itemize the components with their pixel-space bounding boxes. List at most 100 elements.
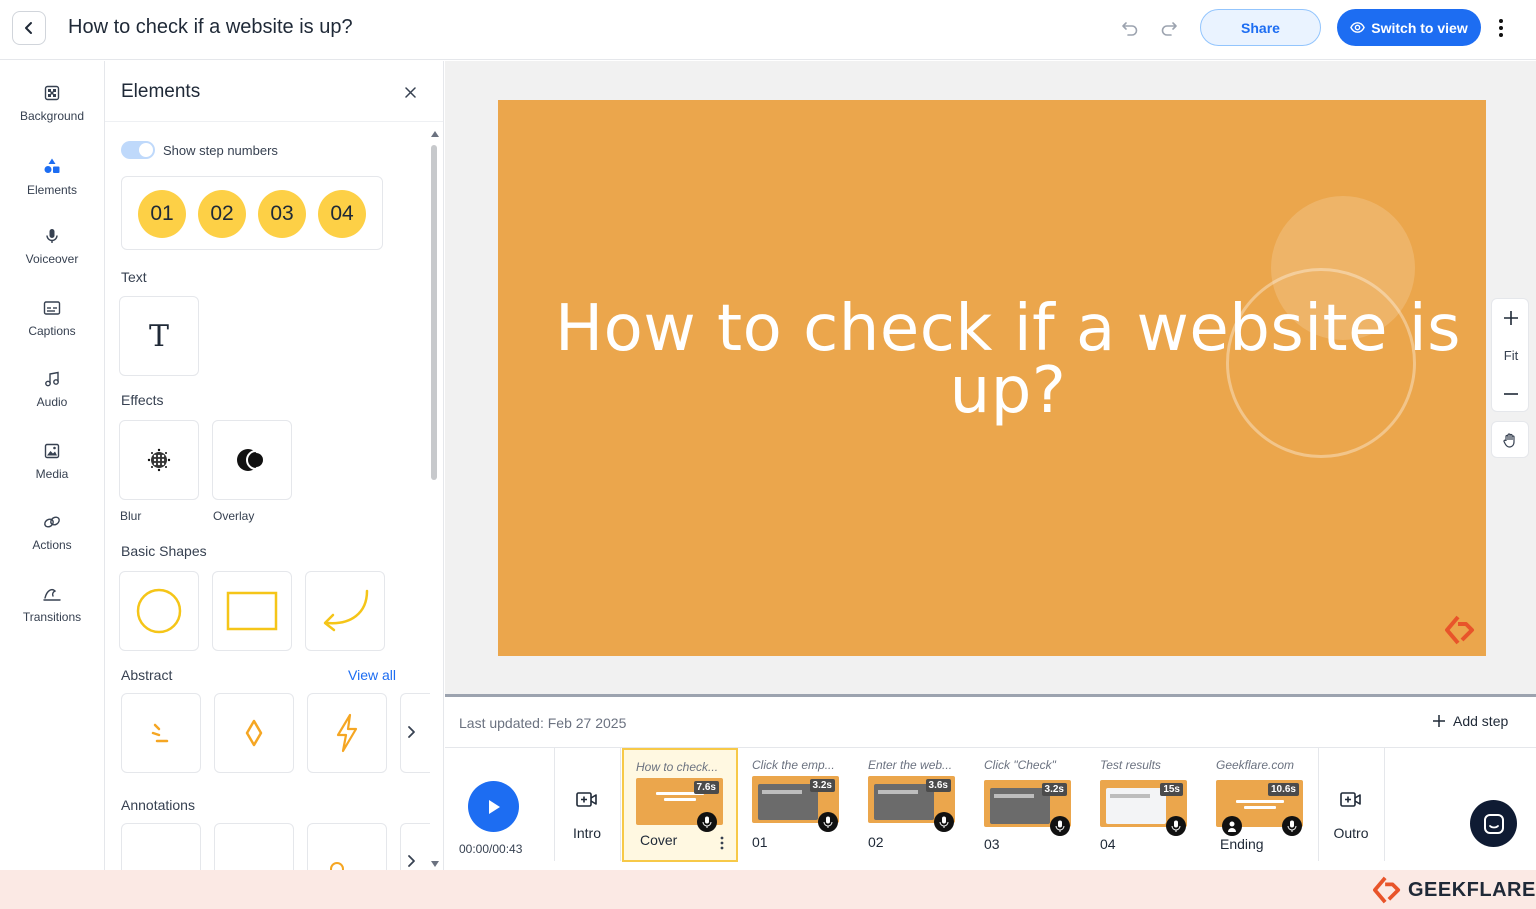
text-glyph: T: [148, 318, 169, 354]
chat-support-button[interactable]: [1470, 800, 1517, 847]
more-vertical-icon: [1499, 19, 1503, 37]
close-icon: [404, 86, 416, 98]
hand-icon: [1503, 432, 1515, 448]
section-label-basic-shapes: Basic Shapes: [121, 543, 207, 559]
rail-label: Elements: [26, 183, 78, 197]
share-button[interactable]: Share: [1200, 9, 1321, 46]
step-number-badge: 02: [198, 190, 246, 238]
zoom-in-button[interactable]: [1492, 299, 1530, 336]
annotation-curve-tile[interactable]: [307, 823, 387, 870]
chevron-right-icon: [408, 726, 415, 738]
abstract-lightning-tile[interactable]: [307, 693, 387, 773]
step-card-cover[interactable]: How to check... 7.6s Cover: [622, 748, 738, 862]
playback-time: 00:00/00:43: [459, 842, 523, 856]
elements-panel: Elements Show step numbers 01 02 03 04 T…: [105, 61, 444, 870]
voiceover-mic-button[interactable]: [697, 812, 717, 832]
timeline-separator: [554, 747, 555, 861]
pan-tool-button[interactable]: [1491, 421, 1529, 458]
redo-button[interactable]: [1157, 16, 1181, 40]
add-video-icon: [1340, 792, 1361, 807]
back-button[interactable]: [12, 11, 46, 45]
outro-label: Outro: [1333, 825, 1369, 841]
step-card-01[interactable]: Click the emp... 3.2s 01: [740, 748, 856, 862]
step-card-ending[interactable]: Geekflare.com 10.6s Ending: [1204, 748, 1320, 862]
music-icon: [42, 371, 62, 387]
intro-label: Intro: [572, 825, 601, 841]
abstract-diamond-tile[interactable]: [214, 693, 294, 773]
circle-shape-tile[interactable]: [119, 571, 199, 651]
step-duration: 3.2s: [1041, 783, 1067, 796]
add-step-button[interactable]: Add step: [1433, 713, 1508, 729]
view-all-link[interactable]: View all: [348, 667, 396, 683]
intro-button[interactable]: Intro: [557, 791, 617, 841]
panel-scroll-thumb[interactable]: [431, 145, 437, 480]
slide-preview[interactable]: How to check if a website is up?: [498, 100, 1486, 656]
undo-button[interactable]: [1118, 16, 1142, 40]
voiceover-mic-button[interactable]: [1282, 816, 1302, 836]
rail-item-elements[interactable]: Elements: [0, 133, 104, 197]
step-card-title: Click the emp...: [752, 758, 835, 772]
step-card-label: 04: [1100, 836, 1116, 852]
step-number-badge: 03: [258, 190, 306, 238]
rail-item-audio[interactable]: Audio: [0, 347, 104, 409]
play-icon: [488, 799, 500, 814]
zoom-out-button[interactable]: [1492, 375, 1530, 412]
rail-item-background[interactable]: Background: [0, 61, 104, 123]
step-card-04[interactable]: Test results 15s 04: [1088, 748, 1204, 862]
rail-item-actions[interactable]: Actions: [0, 490, 104, 552]
voiceover-avatar-button[interactable]: [1222, 816, 1242, 836]
effect-caption: Blur: [120, 509, 142, 523]
close-panel-button[interactable]: [401, 83, 419, 101]
rectangle-shape-tile[interactable]: [212, 571, 292, 651]
plus-icon: [1504, 310, 1518, 325]
voiceover-mic-button[interactable]: [934, 812, 954, 832]
zoom-fit-button[interactable]: Fit: [1492, 337, 1530, 374]
annotation-circle-tile[interactable]: [121, 823, 201, 870]
section-label-effects: Effects: [121, 392, 164, 408]
text-element-tile[interactable]: T: [119, 296, 199, 376]
switch-to-view-button[interactable]: Switch to view: [1337, 9, 1481, 46]
step-duration: 15s: [1160, 783, 1183, 796]
step-card-02[interactable]: Enter the web... 3.6s 02: [856, 748, 972, 862]
step-card-label: Cover: [640, 832, 678, 848]
section-label-annotations: Annotations: [121, 797, 195, 813]
step-card-label: 01: [752, 834, 768, 850]
voiceover-mic-button[interactable]: [818, 812, 838, 832]
abstract-scroll-right-button[interactable]: [404, 724, 420, 740]
step-numbers-preview[interactable]: 01 02 03 04: [121, 176, 383, 250]
abstract-dashes-tile[interactable]: [121, 693, 201, 773]
zoom-controls: Fit: [1491, 298, 1529, 412]
step-card-label: 02: [868, 834, 884, 850]
circle-shape-icon: [136, 588, 182, 634]
add-step-label: Add step: [1453, 713, 1509, 729]
rail-item-transitions[interactable]: Transitions: [0, 562, 104, 624]
slide-title[interactable]: How to check if a website is up?: [498, 297, 1486, 423]
step-duration: 7.6s: [693, 781, 719, 794]
annotations-scroll-right-button[interactable]: [404, 853, 420, 869]
annotation-line-tile[interactable]: [214, 823, 294, 870]
rail-item-media[interactable]: Media: [0, 419, 104, 481]
abstract-diamond-icon: [245, 719, 263, 747]
outro-button[interactable]: Outro: [1321, 791, 1381, 841]
more-options-button[interactable]: [1491, 15, 1511, 41]
rail-item-captions[interactable]: Captions: [0, 276, 104, 338]
timeline: Last updated: Feb 27 2025 Add step 00:00…: [445, 694, 1536, 870]
show-step-numbers-toggle[interactable]: [121, 141, 155, 159]
rail-label: Transitions: [22, 610, 82, 624]
rail-item-voiceover[interactable]: Voiceover: [0, 204, 104, 266]
voiceover-mic-button[interactable]: [1050, 816, 1070, 836]
play-button[interactable]: [468, 781, 519, 832]
overlay-effect-tile[interactable]: [212, 420, 292, 500]
timeline-separator: [620, 747, 621, 861]
microphone-icon: [823, 816, 833, 828]
microphone-icon: [1287, 820, 1297, 832]
document-title[interactable]: How to check if a website is up?: [68, 16, 353, 39]
lightning-icon: [336, 713, 358, 753]
top-bar: How to check if a website is up? Share S…: [0, 0, 1536, 60]
step-card-03[interactable]: Click "Check" 3.2s 03: [972, 748, 1088, 862]
arrow-shape-tile[interactable]: [305, 571, 385, 651]
step-card-menu-button[interactable]: [720, 836, 724, 853]
voiceover-mic-button[interactable]: [1166, 816, 1186, 836]
background-icon: [42, 85, 62, 101]
blur-effect-tile[interactable]: [119, 420, 199, 500]
